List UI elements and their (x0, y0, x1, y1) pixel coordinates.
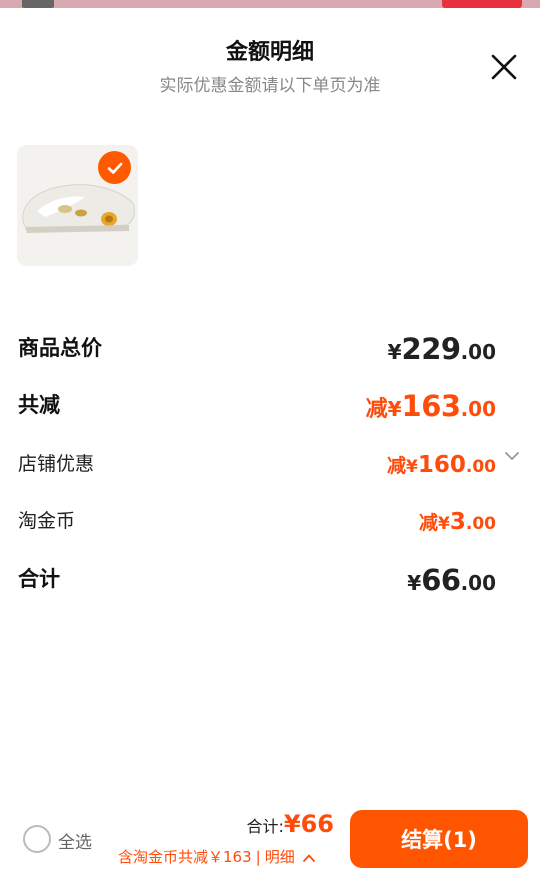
total-discount-amount: 减¥163.00 (365, 389, 496, 423)
total-price-label: 商品总价 (18, 336, 102, 360)
detail-link[interactable]: 明细 (265, 848, 295, 866)
sum-amount: ¥66.00 (407, 563, 496, 597)
row-total-discount: 共减 减¥163.00 (0, 389, 540, 429)
discount-note[interactable]: 含淘金币共减￥163 | 明细 (118, 846, 316, 867)
select-all-radio[interactable] (23, 825, 51, 853)
amount-detail-sheet: 金额明细 实际优惠金额请以下单页为准 (0, 8, 540, 869)
taojinbi-amount: 减¥3.00 (419, 509, 496, 535)
bottom-total: 合计:¥66 (246, 810, 334, 838)
row-taojinbi: 淘金币 减¥3.00 (0, 506, 540, 546)
checkout-button[interactable]: 结算(1) (350, 810, 528, 868)
chevron-up-icon[interactable] (302, 852, 316, 864)
row-total-price: 商品总价 ¥229.00 (0, 332, 540, 372)
row-sum: 合计 ¥66.00 (0, 563, 540, 603)
total-price-amount: ¥229.00 (387, 332, 496, 366)
row-shop-discount[interactable]: 店铺优惠 减¥160.00 (0, 449, 540, 489)
chevron-down-icon[interactable] (503, 447, 521, 465)
sheet-title: 金额明细 (225, 40, 314, 65)
bottom-total-value: ¥66 (283, 810, 334, 838)
taojinbi-label: 淘金币 (18, 510, 76, 532)
sum-label: 合计 (18, 567, 60, 591)
total-discount-label: 共减 (18, 393, 60, 417)
sheet-subtitle: 实际优惠金额请以下单页为准 (159, 76, 381, 96)
select-all-label[interactable]: 全选 (58, 828, 92, 853)
close-icon[interactable] (488, 51, 520, 83)
selected-checkmark-icon[interactable] (98, 151, 131, 184)
background-page-strip (0, 0, 540, 8)
shop-discount-label: 店铺优惠 (18, 453, 95, 475)
background-banner (442, 0, 522, 8)
shop-discount-amount: 减¥160.00 (387, 452, 496, 478)
background-badge (22, 0, 54, 8)
